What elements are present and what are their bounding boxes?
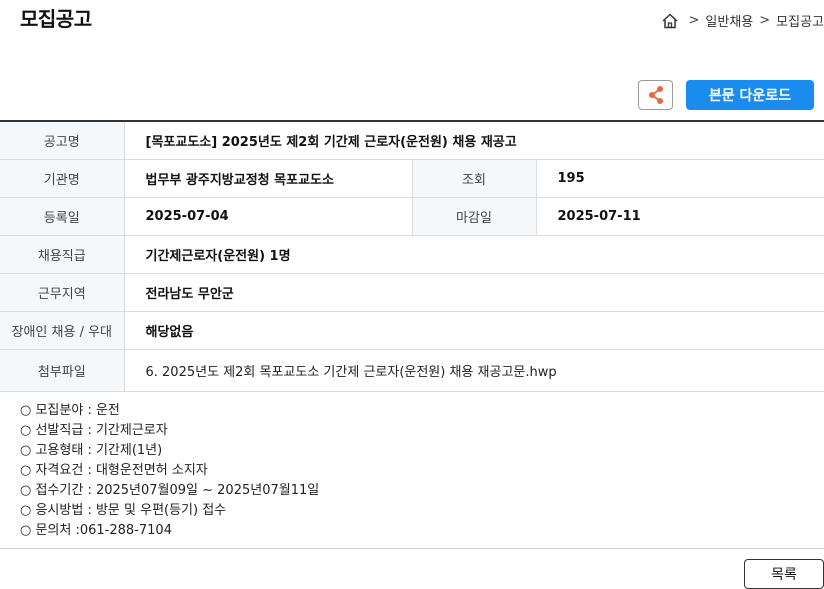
organization-value: 법무부 광주지방교정청 목포교도소 bbox=[124, 159, 413, 198]
description-line: ○ 응시방법 : 방문 및 우편(등기) 접수 bbox=[20, 503, 227, 518]
bottom-divider bbox=[0, 548, 824, 549]
position-label: 채용직급 bbox=[0, 235, 125, 274]
table-row: 등록일 2025-07-04 마감일 2025-07-11 bbox=[0, 197, 824, 236]
table-row: 공고명 [목포교도소] 2025년도 제2회 기간제 근로자(운전원) 채용 재… bbox=[0, 121, 824, 160]
notice-info-table: 공고명 [목포교도소] 2025년도 제2회 기간제 근로자(운전원) 채용 재… bbox=[0, 120, 824, 392]
breadcrumb-separator: > bbox=[759, 13, 771, 28]
disability-hiring-label: 장애인 채용 / 우대 bbox=[0, 311, 125, 350]
views-label: 조회 bbox=[412, 159, 537, 198]
table-row: 장애인 채용 / 우대 해당없음 bbox=[0, 311, 824, 350]
attachment-label: 첨부파일 bbox=[0, 349, 125, 392]
breadcrumb: > 일반채용 > 모집공고 bbox=[661, 11, 824, 30]
notice-title-label: 공고명 bbox=[0, 121, 125, 160]
description-line: ○ 선발직급 : 기간제근로자 bbox=[20, 423, 168, 438]
attachment-file-link[interactable]: 6. 2025년도 제2회 목포교도소 기간제 근로자(운전원) 채용 재공고문… bbox=[124, 349, 824, 392]
notice-description: ○ 모집분야 : 운전 ○ 선발직급 : 기간제근로자 ○ 고용형태 : 기간제… bbox=[20, 401, 319, 541]
table-row: 채용직급 기간제근로자(운전원) 1명 bbox=[0, 235, 824, 274]
description-line: ○ 모집분야 : 운전 bbox=[20, 403, 120, 418]
share-icon bbox=[648, 86, 663, 104]
list-button[interactable]: 목록 bbox=[744, 559, 824, 589]
share-button[interactable] bbox=[638, 80, 673, 110]
description-line: ○ 고용형태 : 기간제(1년) bbox=[20, 443, 163, 458]
registration-date-value: 2025-07-04 bbox=[124, 197, 413, 236]
breadcrumb-separator: > bbox=[688, 13, 700, 28]
table-row: 기관명 법무부 광주지방교정청 목포교도소 조회 195 bbox=[0, 159, 824, 198]
views-value: 195 bbox=[536, 159, 824, 198]
deadline-value: 2025-07-11 bbox=[536, 197, 824, 236]
organization-label: 기관명 bbox=[0, 159, 125, 198]
deadline-label: 마감일 bbox=[412, 197, 537, 236]
table-row: 첨부파일 6. 2025년도 제2회 목포교도소 기간제 근로자(운전원) 채용… bbox=[0, 349, 824, 392]
notice-title-value: [목포교도소] 2025년도 제2회 기간제 근로자(운전원) 채용 재공고 bbox=[124, 121, 824, 160]
description-line: ○ 자격요건 : 대형운전면허 소지자 bbox=[20, 463, 208, 478]
position-value: 기간제근로자(운전원) 1명 bbox=[124, 235, 824, 274]
page-title: 모집공고 bbox=[20, 7, 92, 31]
description-line: ○ 접수기간 : 2025년07월09일 ~ 2025년07월11일 bbox=[20, 483, 320, 498]
disability-hiring-value: 해당없음 bbox=[124, 311, 824, 350]
download-body-button[interactable]: 본문 다운로드 bbox=[686, 80, 814, 110]
breadcrumb-item-recruitment[interactable]: 모집공고 bbox=[776, 11, 824, 30]
work-region-value: 전라남도 무안군 bbox=[124, 273, 824, 312]
breadcrumb-item-general-hiring[interactable]: 일반채용 bbox=[705, 11, 753, 30]
registration-date-label: 등록일 bbox=[0, 197, 125, 236]
action-bar: 본문 다운로드 bbox=[638, 80, 814, 110]
work-region-label: 근무지역 bbox=[0, 273, 125, 312]
description-line: ○ 문의처 :061-288-7104 bbox=[20, 523, 172, 538]
table-row: 근무지역 전라남도 무안군 bbox=[0, 273, 824, 312]
home-icon[interactable] bbox=[661, 12, 679, 30]
